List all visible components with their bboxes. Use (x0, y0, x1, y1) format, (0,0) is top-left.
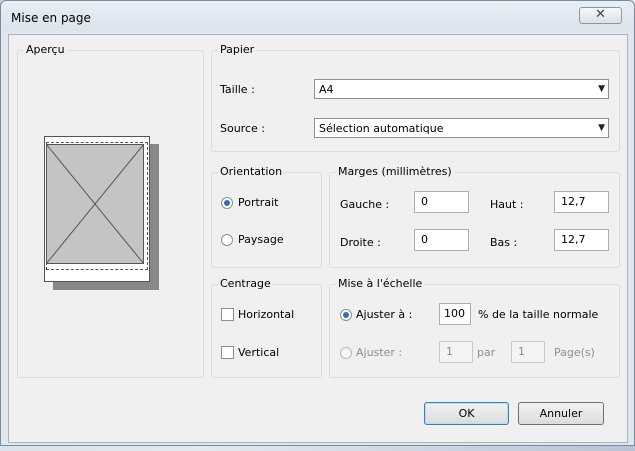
paper-size-label: Taille : (220, 83, 255, 96)
paper-size-value: A4 (319, 83, 334, 96)
scaling-group-label: Mise à l'échelle (336, 277, 425, 290)
dialog-body: Aperçu Papier Taille : A4 ▼ Source : Sél… (8, 34, 628, 443)
paper-source-label: Source : (220, 122, 265, 135)
scaling-group: Mise à l'échelle Ajuster à : 100 % de la… (329, 277, 620, 378)
paper-group-label: Papier (218, 43, 257, 56)
fit-to-label[interactable]: Ajuster : (356, 346, 402, 359)
landscape-radio[interactable] (221, 234, 233, 246)
fit-wide-input[interactable]: 1 (439, 341, 473, 363)
adjust-to-suffix: % de la taille normale (478, 308, 599, 321)
adjust-to-input[interactable]: 100 (439, 303, 471, 325)
centering-group: Centrage Horizontal Vertical (211, 277, 322, 378)
chevron-down-icon: ▼ (598, 84, 605, 94)
left-margin-label: Gauche : (340, 198, 390, 211)
preview-page (44, 136, 150, 282)
portrait-radio[interactable] (221, 197, 233, 209)
close-icon: ✕ (595, 7, 606, 22)
fit-pages-label: Page(s) (554, 346, 595, 359)
page-setup-dialog: Mise en page ✕ Aperçu Papier Taille: A4… (0, 0, 635, 446)
paper-size-select[interactable]: A4 ▼ (314, 79, 609, 99)
fit-to-radio[interactable] (340, 347, 352, 359)
right-margin-label: Droite : (340, 236, 381, 249)
landscape-label[interactable]: Paysage (238, 233, 284, 246)
cancel-button[interactable]: Annuler (518, 402, 604, 425)
adjust-to-label[interactable]: Ajuster à : (356, 308, 412, 321)
preview-print-area (46, 144, 144, 264)
top-margin-label: Haut : (490, 198, 524, 211)
window-title: Mise en page (11, 11, 91, 25)
bottom-margin-input[interactable]: 12,7 (554, 229, 609, 251)
left-margin-input[interactable]: 0 (414, 191, 469, 213)
orientation-group-label: Orientation (218, 165, 285, 178)
top-margin-input[interactable]: 12,7 (554, 191, 609, 213)
horizontal-label[interactable]: Horizontal (238, 308, 294, 321)
preview-group: Aperçu (17, 43, 204, 378)
margins-group-label: Marges (millimètres) (336, 165, 454, 178)
chevron-down-icon: ▼ (598, 123, 605, 133)
right-margin-input[interactable]: 0 (414, 229, 469, 251)
vertical-checkbox[interactable] (221, 346, 234, 359)
title-bar[interactable]: Mise en page ✕ (1, 1, 634, 31)
close-button[interactable]: ✕ (579, 7, 622, 24)
paper-group: Papier Taille : A4 ▼ Source : Sélection … (211, 43, 620, 152)
portrait-label[interactable]: Portrait (238, 196, 278, 209)
centering-group-label: Centrage (218, 277, 273, 290)
adjust-to-radio[interactable] (340, 309, 352, 321)
fit-tall-input[interactable]: 1 (511, 341, 545, 363)
paper-source-select[interactable]: Sélection automatique ▼ (314, 118, 609, 138)
ok-button[interactable]: OK (424, 402, 509, 425)
preview-group-label: Aperçu (24, 43, 67, 56)
vertical-label[interactable]: Vertical (238, 346, 279, 359)
orientation-group: Orientation Portrait Paysage (211, 165, 322, 268)
paper-source-value: Sélection automatique (319, 122, 444, 135)
fit-by-label: par (477, 346, 496, 359)
horizontal-checkbox[interactable] (221, 308, 234, 321)
preview-cross-icon (46, 144, 144, 264)
bottom-margin-label: Bas : (490, 236, 518, 249)
margins-group: Marges (millimètres) Gauche : 0 Haut : 1… (329, 165, 620, 268)
